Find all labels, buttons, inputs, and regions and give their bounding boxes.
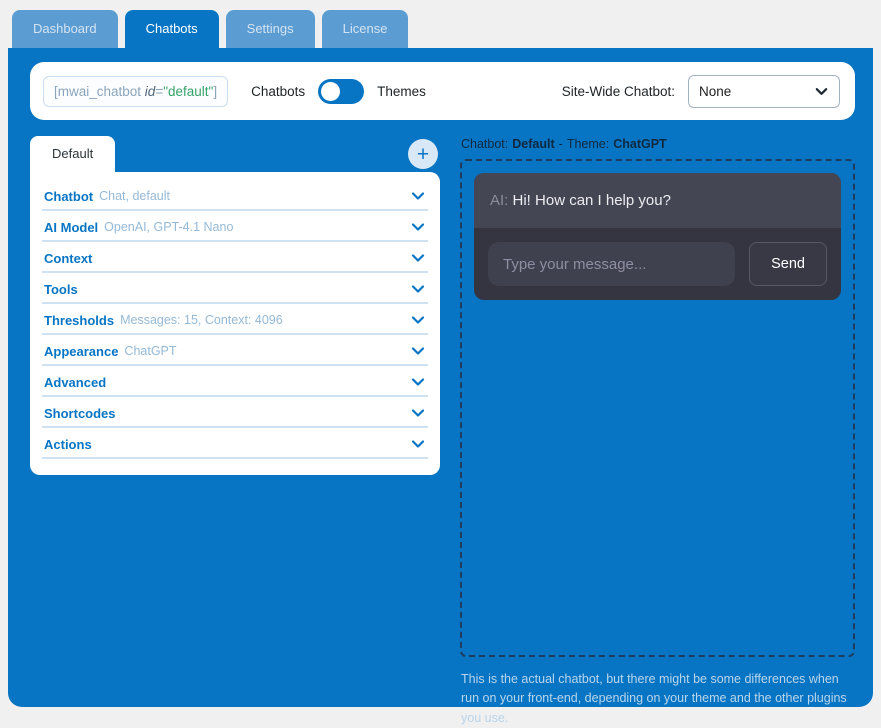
preview-note: This is the actual chatbot, but there mi…	[461, 670, 855, 728]
shortcode-attr: id	[145, 84, 156, 99]
site-wide-chatbot-label: Site-Wide Chatbot:	[562, 84, 675, 99]
shortcode-field[interactable]: [mwai_chatbot id="default"]	[43, 76, 228, 107]
shortcode-close: ]	[213, 84, 217, 99]
accordion-section-ai-model[interactable]: AI Model OpenAI, GPT-4.1 Nano	[42, 211, 428, 242]
section-subtitle: Chat, default	[99, 189, 170, 203]
toggle-knob	[321, 82, 340, 101]
section-title: Context	[44, 251, 92, 266]
section-subtitle: ChatGPT	[124, 344, 176, 358]
chevron-down-icon	[814, 84, 829, 99]
chevron-down-icon	[410, 219, 426, 235]
section-subtitle: OpenAI, GPT-4.1 Nano	[104, 220, 233, 234]
content-row: Default + Chatbot Chat, default AI Model…	[30, 136, 855, 728]
accordion-section-chatbot[interactable]: Chatbot Chat, default	[42, 180, 428, 211]
toolbar: [mwai_chatbot id="default"] Chatbots The…	[30, 62, 855, 120]
chatbot-window: AI: Hi! How can I help you? Send	[474, 173, 841, 300]
send-button[interactable]: Send	[749, 242, 827, 286]
chatbot-tab-default[interactable]: Default	[30, 136, 115, 172]
chevron-down-icon	[410, 405, 426, 421]
preview-separator: -	[559, 137, 563, 151]
section-title: Thresholds	[44, 313, 114, 328]
ai-message-label: AI:	[490, 192, 508, 209]
chevron-down-icon	[410, 343, 426, 359]
settings-accordion: Chatbot Chat, default AI Model OpenAI, G…	[30, 172, 440, 475]
chevron-down-icon	[410, 250, 426, 266]
select-value: None	[699, 84, 808, 99]
tab-chatbots[interactable]: Chatbots	[125, 10, 219, 48]
accordion-section-actions[interactable]: Actions	[42, 428, 428, 459]
preview-theme-label: Theme:	[567, 137, 609, 151]
tab-settings[interactable]: Settings	[226, 10, 315, 48]
preview-chatbot-value: Default	[512, 137, 554, 151]
toggle-label-chatbots: Chatbots	[251, 84, 305, 99]
section-title: Chatbot	[44, 189, 93, 204]
chevron-down-icon	[410, 312, 426, 328]
accordion-section-tools[interactable]: Tools	[42, 273, 428, 304]
section-title: Shortcodes	[44, 406, 116, 421]
preview-chatbot-label: Chatbot:	[461, 137, 508, 151]
chat-message-input[interactable]	[488, 242, 735, 286]
shortcode-value: "default"	[163, 84, 213, 99]
preview-theme-value: ChatGPT	[613, 137, 666, 151]
chatbot-config-column: Default + Chatbot Chat, default AI Model…	[30, 136, 440, 728]
tab-dashboard[interactable]: Dashboard	[12, 10, 118, 48]
chevron-down-icon	[410, 188, 426, 204]
top-tab-bar: Dashboard Chatbots Settings License	[12, 10, 881, 48]
section-title: Appearance	[44, 344, 118, 359]
section-title: AI Model	[44, 220, 98, 235]
ai-message-text: Hi! How can I help you?	[513, 192, 671, 209]
preview-header: Chatbot: Default-Theme: ChatGPT	[461, 137, 855, 151]
toggle-label-themes: Themes	[377, 84, 426, 99]
site-wide-chatbot-select[interactable]: None	[688, 75, 840, 108]
section-subtitle: Messages: 15, Context: 4096	[120, 313, 283, 327]
chatbot-preview-area: AI: Hi! How can I help you? Send	[460, 159, 855, 657]
chatbots-themes-toggle[interactable]	[318, 79, 364, 104]
chatbot-tabs-row: Default +	[30, 136, 440, 172]
chevron-down-icon	[410, 374, 426, 390]
section-title: Tools	[44, 282, 78, 297]
section-title: Advanced	[44, 375, 106, 390]
chevron-down-icon	[410, 281, 426, 297]
tab-license[interactable]: License	[322, 10, 409, 48]
accordion-section-appearance[interactable]: Appearance ChatGPT	[42, 335, 428, 366]
chatbots-panel: [mwai_chatbot id="default"] Chatbots The…	[8, 48, 873, 707]
accordion-section-advanced[interactable]: Advanced	[42, 366, 428, 397]
chevron-down-icon	[410, 436, 426, 452]
accordion-section-context[interactable]: Context	[42, 242, 428, 273]
ai-message: AI: Hi! How can I help you?	[474, 173, 841, 228]
add-chatbot-button[interactable]: +	[408, 139, 438, 169]
shortcode-open: [mwai_chatbot	[54, 84, 145, 99]
accordion-section-shortcodes[interactable]: Shortcodes	[42, 397, 428, 428]
accordion-section-thresholds[interactable]: Thresholds Messages: 15, Context: 4096	[42, 304, 428, 335]
chat-input-row: Send	[474, 228, 841, 300]
section-title: Actions	[44, 437, 92, 452]
chatbot-preview-column: Chatbot: Default-Theme: ChatGPT AI: Hi! Ho…	[460, 136, 855, 728]
